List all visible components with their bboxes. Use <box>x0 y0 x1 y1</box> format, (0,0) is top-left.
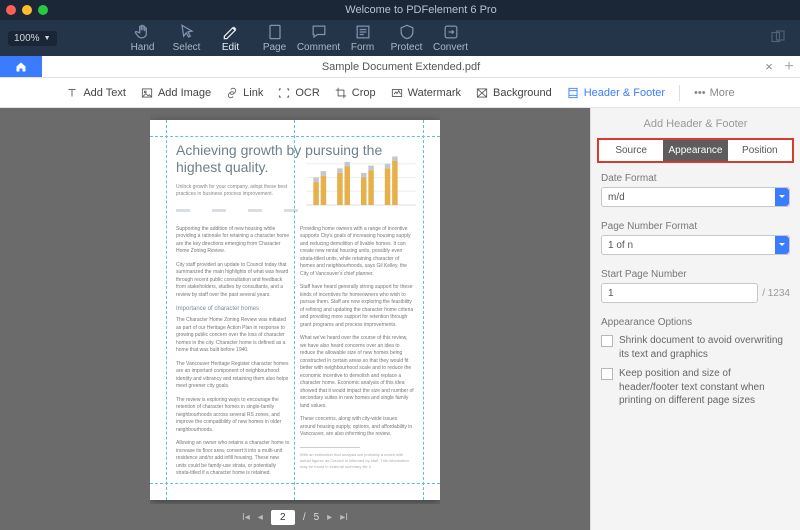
cursor-icon <box>177 23 197 41</box>
subtool-crop[interactable]: Crop <box>334 86 376 100</box>
page-prev-button[interactable]: ◂ <box>258 512 263 523</box>
comment-icon <box>309 23 329 41</box>
option-keep-checkbox[interactable]: Keep position and size of header/footer … <box>601 367 790 408</box>
guide-line <box>166 120 167 500</box>
more-icon: ••• <box>694 87 706 99</box>
edit-subtoolbar: Add Text Add Image Link OCR Crop Waterma… <box>0 78 800 108</box>
link-icon <box>225 86 239 100</box>
document-viewport: Achieving growth by pursuing the highest… <box>0 108 590 530</box>
tool-hand[interactable]: Hand <box>121 23 165 53</box>
date-format-label: Date Format <box>601 173 790 184</box>
page-number-input[interactable]: 2 <box>271 510 295 525</box>
tool-convert[interactable]: Convert <box>429 23 473 53</box>
zoom-value: 100% <box>14 33 40 44</box>
guide-line <box>423 120 424 500</box>
zoom-window-button[interactable] <box>38 5 48 15</box>
minimize-window-button[interactable] <box>22 5 32 15</box>
guide-line <box>150 483 440 484</box>
tool-comment[interactable]: Comment <box>297 23 341 53</box>
tab-source[interactable]: Source <box>599 140 663 161</box>
guide-line <box>294 120 295 500</box>
chevron-down-icon <box>775 236 789 254</box>
tool-batch[interactable] <box>756 28 800 49</box>
page-first-button[interactable]: I◂ <box>242 512 250 523</box>
page-sep: / <box>303 512 306 523</box>
ocr-icon <box>277 86 291 100</box>
separator <box>679 85 680 101</box>
window-title: Welcome to PDFelement 6 Pro <box>48 4 794 16</box>
shield-icon <box>397 23 417 41</box>
date-format-select[interactable]: m/d <box>601 187 790 207</box>
page-last-button[interactable]: ▸I <box>340 512 348 523</box>
background-icon <box>475 86 489 100</box>
crop-icon <box>334 86 348 100</box>
pagenum-format-label: Page Number Format <box>601 221 790 232</box>
subtool-background[interactable]: Background <box>475 86 552 100</box>
tool-protect[interactable]: Protect <box>385 23 429 53</box>
tab-appearance[interactable]: Appearance <box>663 140 727 161</box>
page-subhead: Importance of character homes <box>176 305 290 314</box>
guide-line <box>150 136 440 137</box>
start-page-input[interactable]: 1 <box>601 283 758 303</box>
subtool-add-image[interactable]: Add Image <box>140 86 211 100</box>
panel-title: Add Header & Footer <box>591 108 800 138</box>
close-tab-button[interactable]: × <box>760 59 778 74</box>
pagenum-format-select[interactable]: 1 of n <box>601 235 790 255</box>
titlebar: Welcome to PDFelement 6 Pro <box>0 0 800 20</box>
tool-page[interactable]: Page <box>253 23 297 53</box>
subtool-header-footer[interactable]: Header & Footer <box>566 86 665 100</box>
start-page-total: / 1234 <box>762 288 790 299</box>
chevron-down-icon <box>775 188 789 206</box>
header-footer-panel: Add Header & Footer Source Appearance Po… <box>590 108 800 530</box>
document-tab-label[interactable]: Sample Document Extended.pdf <box>42 61 760 73</box>
window-controls <box>6 5 48 15</box>
panel-tabs: Source Appearance Position <box>597 138 794 163</box>
page-total: 5 <box>314 512 320 523</box>
subtool-watermark[interactable]: Watermark <box>390 86 461 100</box>
option-shrink-checkbox[interactable]: Shrink document to avoid overwriting its… <box>601 334 790 361</box>
header-footer-icon <box>566 86 580 100</box>
close-window-button[interactable] <box>6 5 16 15</box>
page-intro: Unlock growth for your company, adopt th… <box>176 184 296 199</box>
appearance-options-label: Appearance Options <box>601 317 790 328</box>
document-page[interactable]: Achieving growth by pursuing the highest… <box>150 120 440 500</box>
subtool-link[interactable]: Link <box>225 86 263 100</box>
tool-form[interactable]: Form <box>341 23 385 53</box>
chevron-down-icon: ▼ <box>44 35 51 42</box>
hand-icon <box>133 23 153 41</box>
checkbox-icon <box>601 335 613 347</box>
new-tab-button[interactable]: + <box>778 58 800 76</box>
page-body-columns: Supporting the addition of new housing w… <box>176 226 414 484</box>
start-page-label: Start Page Number <box>601 269 790 280</box>
checkbox-icon <box>601 368 613 380</box>
subtool-ocr[interactable]: OCR <box>277 86 319 100</box>
zoom-dropdown[interactable]: 100% ▼ <box>8 31 57 46</box>
page-icon <box>265 23 285 41</box>
convert-icon <box>441 23 461 41</box>
subtool-more[interactable]: ••• More <box>694 87 735 99</box>
main-toolbar: 100% ▼ Hand Select Edit Page Comment For… <box>0 20 800 56</box>
chart-placeholder <box>306 150 416 220</box>
page-next-button[interactable]: ▸ <box>327 512 332 523</box>
home-icon <box>14 61 28 73</box>
text-icon <box>65 86 79 100</box>
tab-position[interactable]: Position <box>728 140 792 161</box>
page-navigator: I◂ ◂ 2 / 5 ▸ ▸I <box>242 504 348 530</box>
watermark-icon <box>390 86 404 100</box>
tool-select[interactable]: Select <box>165 23 209 53</box>
tool-edit[interactable]: Edit <box>209 23 253 53</box>
edit-icon <box>221 23 241 41</box>
subtool-add-text[interactable]: Add Text <box>65 86 126 100</box>
document-tabbar: Sample Document Extended.pdf × + <box>0 56 800 78</box>
image-icon <box>140 86 154 100</box>
form-icon <box>353 23 373 41</box>
home-button[interactable] <box>0 56 42 77</box>
